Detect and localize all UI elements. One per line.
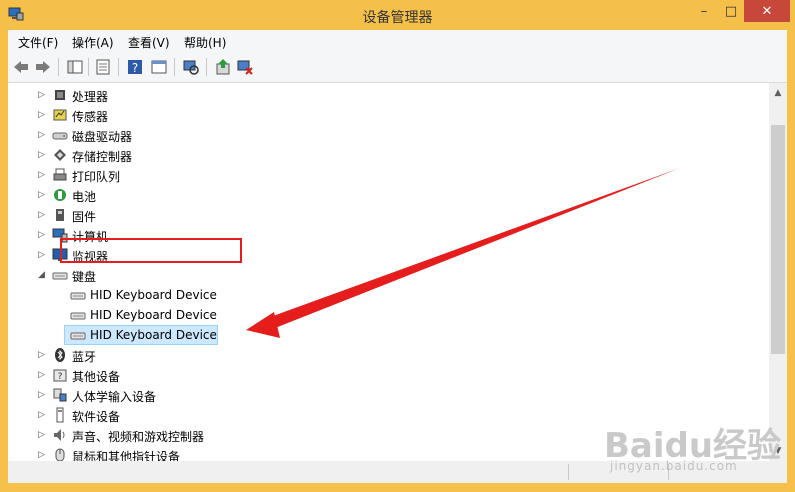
printer-icon xyxy=(53,168,67,181)
scan-hardware-icon[interactable] xyxy=(182,58,200,76)
console-tree-icon[interactable] xyxy=(150,58,168,76)
scroll-up-arrow-icon[interactable]: ▲ xyxy=(769,85,787,101)
tree-category-print-queue[interactable]: ▷ 打印队列 xyxy=(8,165,768,185)
expand-arrow-icon[interactable]: ▷ xyxy=(38,250,46,260)
toolbar-separator xyxy=(206,58,207,76)
tree-category-other[interactable]: ▷ ? 其他设备 xyxy=(8,365,768,385)
tree-label-storage: 存储控制器 xyxy=(72,150,133,164)
sensor-icon xyxy=(53,109,67,121)
expand-arrow-icon[interactable]: ▷ xyxy=(38,450,46,460)
tree-label-software: 软件设备 xyxy=(72,410,121,424)
keyboard-device-icon xyxy=(70,312,86,320)
scrollbar-thumb[interactable] xyxy=(771,125,785,354)
maximize-button[interactable]: □ xyxy=(718,0,744,22)
tree-label-mouse: 鼠标和其他指针设备 xyxy=(72,450,181,461)
storage-controller-icon xyxy=(54,149,66,161)
keyboard-icon xyxy=(52,272,68,280)
tree-label-keyboard: 键盘 xyxy=(72,270,97,284)
tree-view-icon[interactable] xyxy=(66,58,84,76)
keyboard-device-icon xyxy=(70,292,86,300)
svg-text:?: ? xyxy=(132,61,138,75)
title-bar[interactable]: 设备管理器 – □ ✕ xyxy=(0,0,795,30)
bluetooth-icon xyxy=(55,348,65,362)
tree-label-audio: 声音、视频和游戏控制器 xyxy=(72,430,205,444)
expand-arrow-icon[interactable]: ▷ xyxy=(38,150,46,160)
expand-arrow-icon[interactable]: ▷ xyxy=(38,170,46,180)
menu-bar: 文件(F) 操作(A) 查看(V) 帮助(H) xyxy=(8,30,787,52)
tree-category-bluetooth[interactable]: ▷ 蓝牙 xyxy=(8,345,768,365)
tree-label-keyboard-device: HID Keyboard Device xyxy=(90,308,217,322)
tree-label-bluetooth: 蓝牙 xyxy=(72,350,97,364)
forward-icon[interactable] xyxy=(34,58,52,76)
tree-label-disk: 磁盘驱动器 xyxy=(72,130,133,144)
vertical-scrollbar[interactable]: ▲ ▼ xyxy=(769,83,787,461)
close-button[interactable]: ✕ xyxy=(744,0,790,22)
toolbar-separator xyxy=(88,58,89,76)
help-icon[interactable]: ? xyxy=(126,58,144,76)
minimize-button[interactable]: – xyxy=(690,0,718,22)
tree-label-firmware: 固件 xyxy=(72,210,97,224)
device-tree[interactable]: ▷ 处理器 ▷ 传感器 ▷ 磁盘驱动器 ▷ 存储控制器 ▷ 打印队列 ▷ 电池 … xyxy=(8,83,787,461)
back-icon[interactable] xyxy=(12,58,30,76)
toolbar-separator xyxy=(58,58,59,76)
expand-arrow-icon[interactable]: ▷ xyxy=(38,130,46,140)
tree-category-storage[interactable]: ▷ 存储控制器 xyxy=(8,145,768,165)
tree-label-keyboard-device: HID Keyboard Device xyxy=(90,288,217,302)
tree-label-other: 其他设备 xyxy=(72,370,121,384)
tree-category-sensor[interactable]: ▷ 传感器 xyxy=(8,105,768,125)
expand-arrow-icon[interactable]: ▷ xyxy=(38,350,46,360)
tree-category-hid[interactable]: ▷ 人体学输入设备 xyxy=(8,385,768,405)
expand-arrow-icon[interactable]: ▷ xyxy=(38,410,46,420)
tree-category-processor[interactable]: ▷ 处理器 xyxy=(8,85,768,105)
uninstall-device-icon[interactable] xyxy=(236,58,254,76)
firmware-icon xyxy=(56,209,64,221)
other-devices-icon: ? xyxy=(53,369,67,382)
expand-arrow-icon[interactable]: ▷ xyxy=(38,210,46,220)
tree-label-hid: 人体学输入设备 xyxy=(72,390,157,404)
tree-device-keyboard-1[interactable]: HID Keyboard Device xyxy=(8,285,768,305)
human-interface-icon xyxy=(53,388,67,402)
expand-arrow-icon[interactable]: ▷ xyxy=(38,370,46,380)
tree-category-battery[interactable]: ▷ 电池 xyxy=(8,185,768,205)
tree-category-disk[interactable]: ▷ 磁盘驱动器 xyxy=(8,125,768,145)
tree-label-sensor: 传感器 xyxy=(72,110,109,124)
expand-arrow-icon[interactable]: ▷ xyxy=(38,110,46,120)
menu-help[interactable]: 帮助(H) xyxy=(184,34,226,51)
processor-icon xyxy=(55,90,65,100)
menu-action[interactable]: 操作(A) xyxy=(72,34,114,51)
svg-text:?: ? xyxy=(58,372,63,382)
tree-label-keyboard-device: HID Keyboard Device xyxy=(90,328,217,342)
properties-icon[interactable] xyxy=(94,58,112,76)
toolbar: ? xyxy=(8,52,787,83)
collapse-arrow-icon[interactable]: ◢ xyxy=(38,270,46,280)
window-title: 设备管理器 xyxy=(362,10,433,26)
update-driver-icon[interactable] xyxy=(214,58,232,76)
toolbar-separator xyxy=(118,58,119,76)
expand-arrow-icon[interactable]: ▷ xyxy=(38,190,46,200)
baidu-watermark-url: jingyan.baidu.com xyxy=(610,459,738,473)
menu-file[interactable]: 文件(F) xyxy=(18,34,58,51)
expand-arrow-icon[interactable]: ▷ xyxy=(38,430,46,440)
tree-category-keyboard[interactable]: ◢ 键盘 xyxy=(8,265,768,285)
battery-icon xyxy=(54,189,66,201)
software-device-icon xyxy=(56,407,64,423)
toolbar-separator xyxy=(174,58,175,76)
tree-device-keyboard-2[interactable]: HID Keyboard Device xyxy=(8,305,768,325)
menu-view[interactable]: 查看(V) xyxy=(128,34,170,51)
annotation-highlight-box xyxy=(60,238,242,263)
expand-arrow-icon[interactable]: ▷ xyxy=(38,90,46,100)
expand-arrow-icon[interactable]: ▷ xyxy=(38,390,46,400)
tree-label-battery: 电池 xyxy=(72,190,97,204)
mouse-icon xyxy=(55,448,65,461)
speaker-icon xyxy=(54,429,65,441)
tree-device-keyboard-3-selected[interactable]: HID Keyboard Device xyxy=(8,325,768,345)
tree-label-print-queue: 打印队列 xyxy=(72,170,121,184)
expand-arrow-icon[interactable]: ▷ xyxy=(38,230,46,240)
disk-drive-icon xyxy=(52,132,68,140)
status-bar-divider xyxy=(568,464,569,480)
keyboard-device-icon xyxy=(70,332,86,340)
tree-category-firmware[interactable]: ▷ 固件 xyxy=(8,205,768,225)
tree-label-processor: 处理器 xyxy=(72,90,109,104)
